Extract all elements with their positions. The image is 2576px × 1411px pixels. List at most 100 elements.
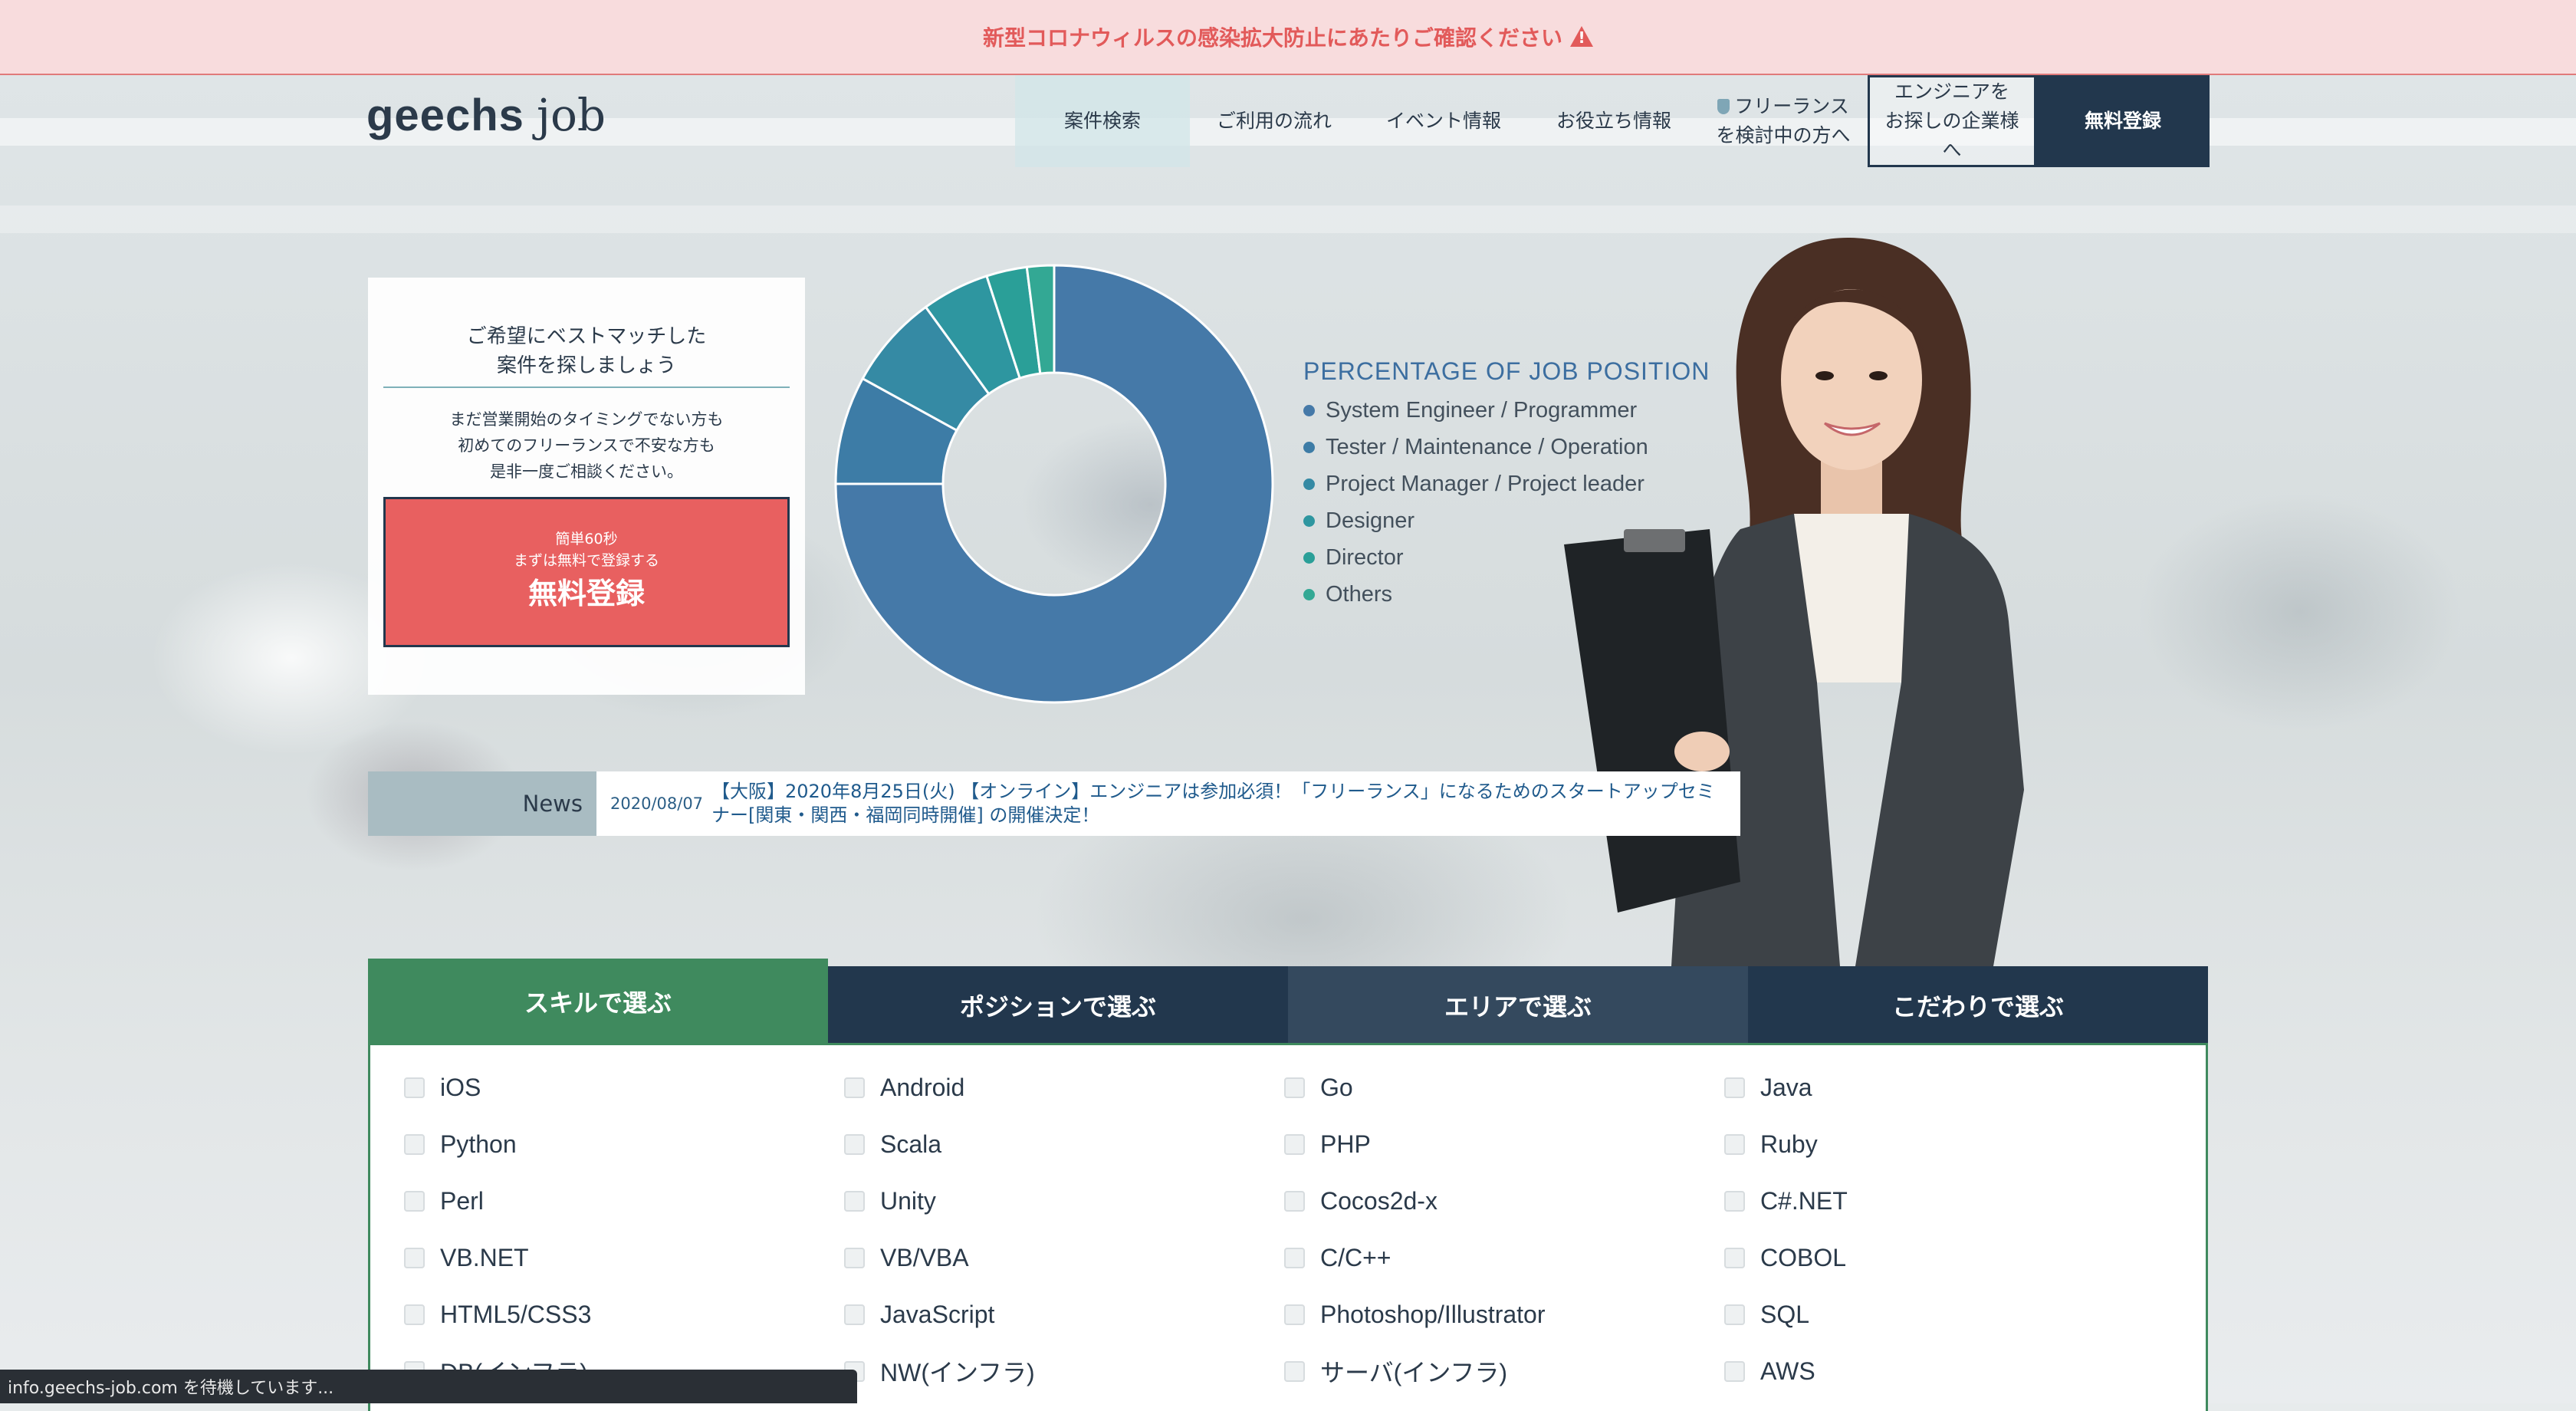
skill-checkbox[interactable]	[1284, 1190, 1305, 1212]
skill-label: サーバ(インフラ)	[1320, 1359, 1508, 1386]
signup-card: ご希望にベストマッチした 案件を探しましょう まだ営業開始のタイミングでない方も…	[368, 278, 805, 695]
skill-option[interactable]: VB.NET	[404, 1229, 844, 1286]
skill-checkbox[interactable]	[844, 1133, 865, 1155]
nav-for-companies[interactable]: エンジニアを お探しの企業様へ	[1868, 75, 2036, 167]
skill-option[interactable]: VB/VBA	[844, 1229, 1284, 1286]
skill-option[interactable]: Go	[1284, 1059, 1724, 1116]
tab-label: こだわりで選ぶ	[1891, 992, 2064, 1021]
news-item[interactable]: 2020/08/07 【大阪】2020年8月25日(火) 【オンライン】エンジニ…	[596, 771, 1740, 836]
skill-option[interactable]: Photoshop/Illustrator	[1284, 1286, 1724, 1343]
tab-label: エリアで選ぶ	[1444, 992, 1592, 1021]
skill-option[interactable]: COBOL	[1724, 1229, 2164, 1286]
skill-checkbox[interactable]	[1724, 1133, 1745, 1155]
tab-area[interactable]: エリアで選ぶ	[1288, 966, 1748, 1044]
skill-checkbox[interactable]	[1724, 1304, 1745, 1325]
nav-label-line1: フリーランス	[1734, 95, 1849, 117]
skill-label: Perl	[440, 1186, 484, 1215]
logo-bold-text: geechs	[366, 90, 524, 140]
skill-checkbox[interactable]	[1724, 1190, 1745, 1212]
skill-checkbox[interactable]	[844, 1077, 865, 1098]
skill-checkbox[interactable]	[404, 1077, 425, 1098]
skill-option[interactable]: iOS	[404, 1059, 844, 1116]
skill-option[interactable]: Unity	[844, 1173, 1284, 1229]
skill-option[interactable]: PHP	[1284, 1116, 1724, 1173]
skill-option[interactable]: Java	[1724, 1059, 2164, 1116]
skill-label: SQL	[1760, 1300, 1810, 1328]
skill-checkbox[interactable]	[1284, 1360, 1305, 1382]
skill-option[interactable]: JavaScript	[844, 1286, 1284, 1343]
skill-checkbox-grid: iOS Android Go Java Python Scala PHP Ruby Perl Un…	[404, 1059, 2164, 1399]
skill-label: VB/VBA	[880, 1243, 969, 1271]
skill-label: C#.NET	[1760, 1186, 1848, 1215]
skill-checkbox[interactable]	[844, 1247, 865, 1268]
skill-option[interactable]: SQL	[1724, 1286, 2164, 1343]
logo-light-text: job	[537, 89, 606, 141]
legend-label: Designer	[1326, 508, 1415, 533]
card-title-line: 案件を探しましょう	[496, 354, 676, 377]
legend-dot-icon	[1303, 404, 1315, 416]
skill-label: Android	[880, 1073, 965, 1101]
nav-label: 案件検索	[1063, 110, 1141, 132]
skill-label: Ruby	[1760, 1130, 1818, 1158]
skill-option[interactable]: Scala	[844, 1116, 1284, 1173]
skill-option[interactable]: Python	[404, 1116, 844, 1173]
tab-label: スキルで選ぶ	[524, 988, 672, 1018]
tab-position[interactable]: ポジションで選ぶ	[828, 966, 1288, 1044]
site-logo[interactable]: geechs job	[366, 89, 606, 141]
free-register-button[interactable]: 簡単60秒 まずは無料で登録する 無料登録	[383, 497, 790, 647]
skill-label: PHP	[1320, 1130, 1371, 1158]
skill-option[interactable]: サーバ(インフラ)	[1284, 1343, 1724, 1399]
card-text-line: 初めてのフリーランスで不安な方も	[458, 436, 715, 455]
button-label: 無料登録	[527, 577, 645, 610]
nav-register-button[interactable]: 無料登録	[2036, 75, 2210, 167]
skill-checkbox[interactable]	[1724, 1247, 1745, 1268]
card-text-line: 是非一度ご相談ください。	[490, 462, 683, 481]
skill-label: AWS	[1760, 1357, 1815, 1385]
skill-label: Python	[440, 1130, 517, 1158]
skill-checkbox[interactable]	[844, 1190, 865, 1212]
skill-checkbox[interactable]	[1284, 1133, 1305, 1155]
covid-notice-banner[interactable]: 新型コロナウィルスの感染拡大防止にあたりご確認ください	[0, 0, 2576, 75]
skill-checkbox[interactable]	[404, 1304, 425, 1325]
skill-label: Unity	[880, 1186, 936, 1215]
skill-label: Cocos2d-x	[1320, 1186, 1438, 1215]
nav-events[interactable]: イベント情報	[1359, 75, 1529, 167]
tab-skill[interactable]: スキルで選ぶ	[368, 959, 828, 1044]
skill-checkbox[interactable]	[404, 1190, 425, 1212]
nav-for-freelancers[interactable]: フリーランス を検討中の方へ	[1699, 75, 1868, 167]
skill-option[interactable]: C/C++	[1284, 1229, 1724, 1286]
news-link[interactable]: 【大阪】2020年8月25日(火) 【オンライン】エンジニアは参加必須！「フリー…	[711, 780, 1740, 827]
skill-option[interactable]: Android	[844, 1059, 1284, 1116]
notice-text[interactable]: 新型コロナウィルスの感染拡大防止にあたりご確認ください	[983, 21, 1562, 52]
nav-label-line2: を検討中の方へ	[1716, 124, 1851, 146]
skill-label: Java	[1760, 1073, 1812, 1101]
nav-flow[interactable]: ご利用の流れ	[1190, 75, 1359, 167]
skill-option[interactable]: C#.NET	[1724, 1173, 2164, 1229]
skill-option[interactable]: Ruby	[1724, 1116, 2164, 1173]
skill-option[interactable]: HTML5/CSS3	[404, 1286, 844, 1343]
skill-checkbox[interactable]	[404, 1247, 425, 1268]
tab-preference[interactable]: こだわりで選ぶ	[1748, 966, 2208, 1044]
shield-icon	[1717, 99, 1730, 114]
skill-checkbox[interactable]	[1724, 1077, 1745, 1098]
skill-checkbox[interactable]	[1284, 1077, 1305, 1098]
skill-checkbox[interactable]	[1284, 1304, 1305, 1325]
card-text: まだ営業開始のタイミングでない方も 初めてのフリーランスで不安な方も 是非一度ご…	[383, 406, 790, 485]
skill-checkbox[interactable]	[1724, 1360, 1745, 1382]
card-title-line: ご希望にベストマッチした	[466, 325, 707, 348]
skill-option[interactable]: Cocos2d-x	[1284, 1173, 1724, 1229]
nav-useful-info[interactable]: お役立ち情報	[1529, 75, 1699, 167]
skill-checkbox[interactable]	[844, 1304, 865, 1325]
legend-dot-icon	[1303, 478, 1315, 490]
skill-option[interactable]: Perl	[404, 1173, 844, 1229]
skill-label: JavaScript	[880, 1300, 995, 1328]
skill-option[interactable]: AWS	[1724, 1343, 2164, 1399]
skill-checkbox[interactable]	[404, 1133, 425, 1155]
skill-option[interactable]: NW(インフラ)	[844, 1343, 1284, 1399]
skill-panel: iOS Android Go Java Python Scala PHP Ruby Perl Un…	[368, 1043, 2208, 1411]
skill-checkbox[interactable]	[1284, 1247, 1305, 1268]
nav-job-search[interactable]: 案件検索	[1015, 75, 1190, 167]
legend-dot-icon	[1303, 441, 1315, 453]
card-text-line: まだ営業開始のタイミングでない方も	[449, 410, 724, 429]
skill-label: Go	[1320, 1073, 1353, 1101]
